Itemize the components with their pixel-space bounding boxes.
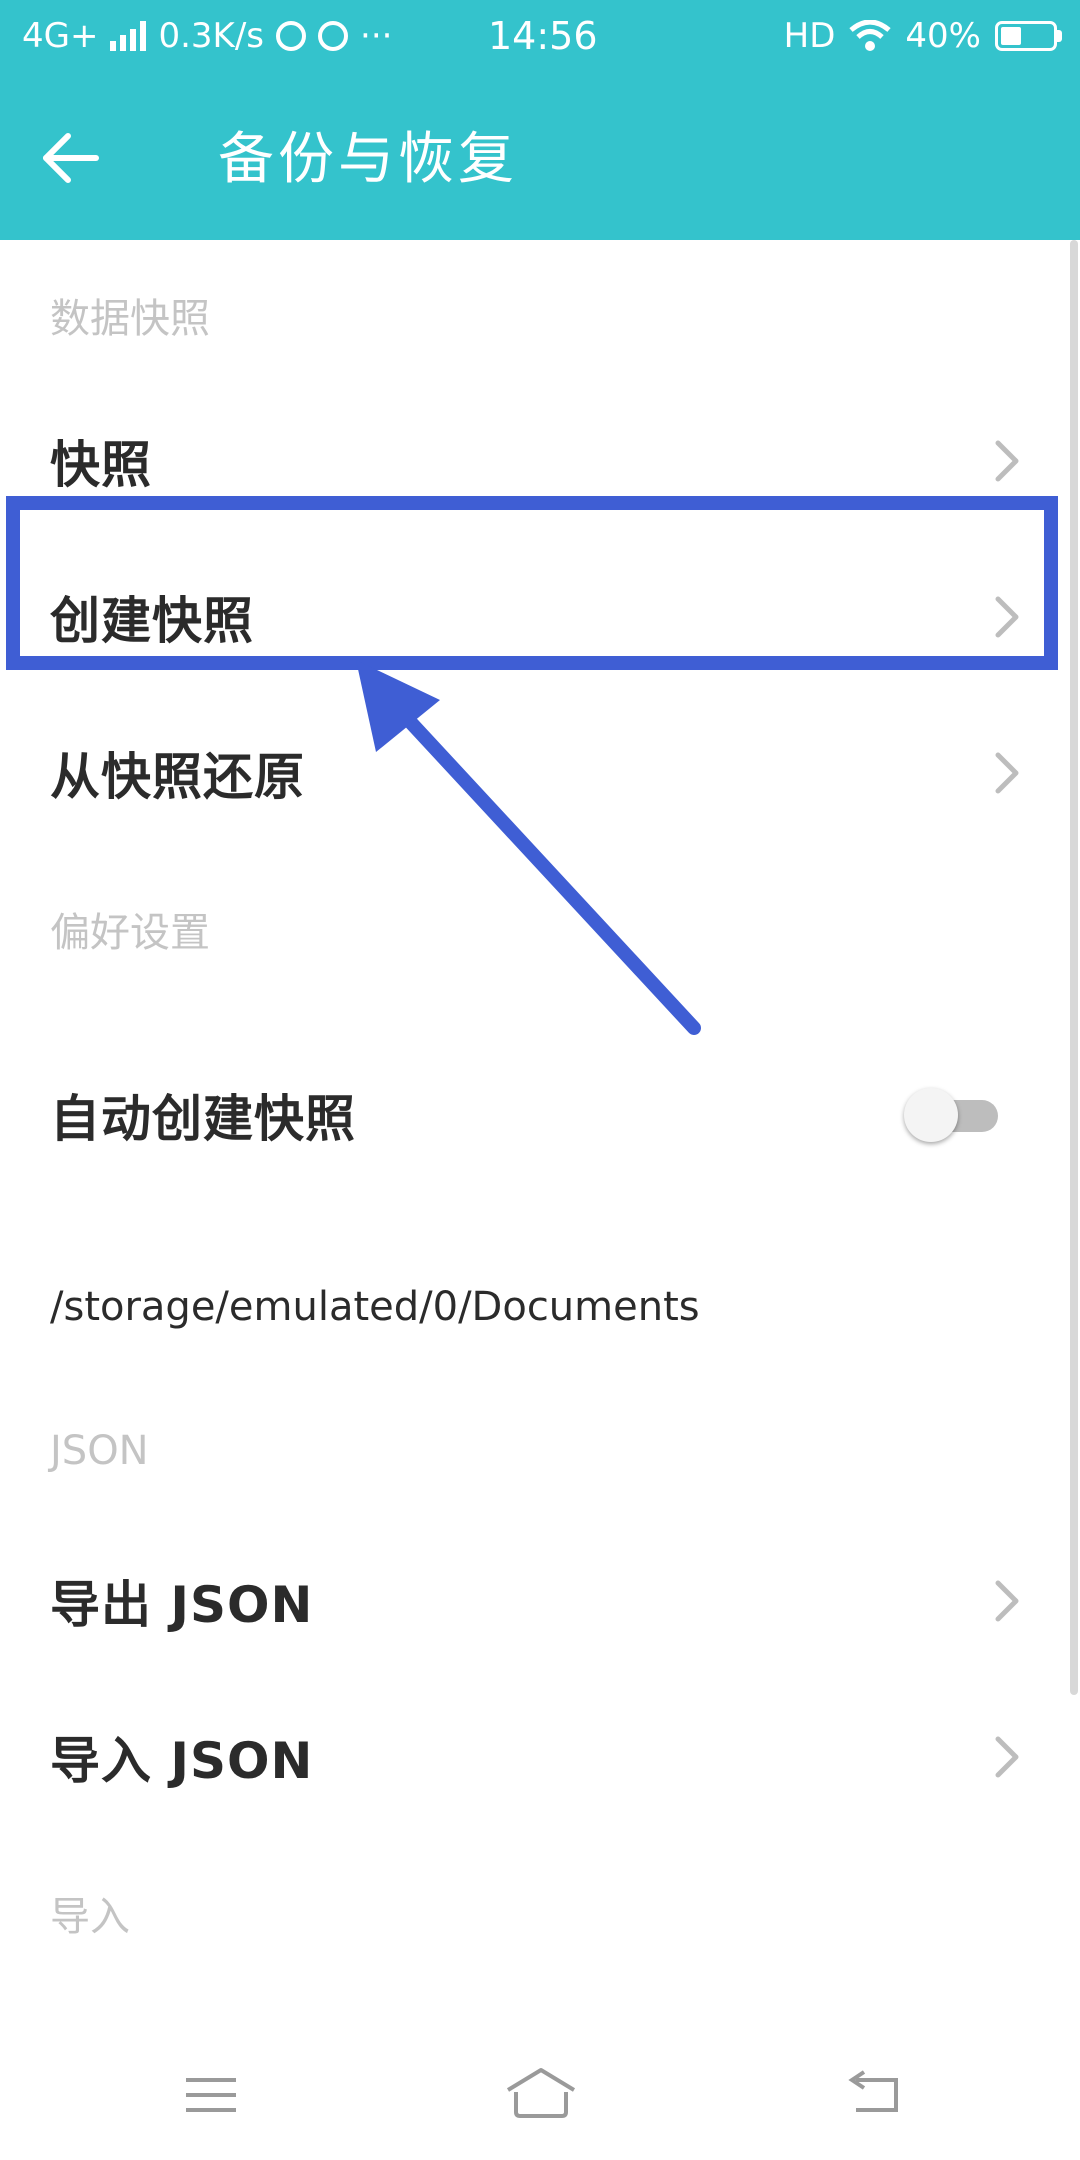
status-right: HD 40% [784,16,1062,56]
app-header: 4G+ 0.3K/s ··· 14:56 HD 40% 备份与恢复 [0,0,1080,240]
battery-percent: 40% [905,16,981,56]
chevron-right-icon [995,1580,1019,1622]
system-nav-bar [0,2030,1080,2160]
export-json-item[interactable]: 导出 JSON [0,1526,1080,1676]
section-label-snapshot: 数据快照 [50,296,210,342]
planet-icon [276,21,307,51]
chevron-right-icon [995,1736,1019,1778]
network-speed: 0.3K/s [158,16,265,56]
hd-indicator: HD [783,16,836,56]
clock: 14:56 [488,14,598,58]
auto-create-snapshot-label: 自动创建快照 [50,1090,356,1148]
restore-snapshot-item[interactable]: 从快照还原 [0,698,1080,848]
status-bar: 4G+ 0.3K/s ··· 14:56 HD 40% [0,0,1080,76]
snapshot-label: 快照 [50,436,152,494]
auto-snapshot-toggle[interactable] [904,1088,998,1142]
import-json-item[interactable]: 导入 JSON [0,1682,1080,1832]
section-label-import: 导入 [50,1894,130,1940]
battery-icon [995,21,1062,51]
menu-button[interactable] [166,2060,256,2130]
alarm-icon [318,21,349,51]
toggle-thumb [904,1088,958,1142]
signal-icon [110,21,147,51]
chevron-right-icon [995,752,1019,794]
menu-icon [186,2078,236,2112]
section-label-json: JSON [50,1428,149,1474]
restore-snapshot-label: 从快照还原 [50,748,305,806]
wifi-icon [849,20,892,51]
back-arrow-icon [43,133,99,183]
back-nav-icon [848,2070,898,2112]
home-button[interactable] [496,2060,586,2130]
more-notifications: ··· [360,16,393,56]
chevron-right-icon [995,440,1019,482]
status-left: 4G+ 0.3K/s ··· [22,16,392,56]
back-nav-button[interactable] [826,2060,916,2130]
storage-path[interactable]: /storage/emulated/0/Documents [50,1284,700,1330]
home-icon [506,2068,576,2118]
page-title: 备份与恢复 [218,127,518,192]
highlight-box [6,496,1058,670]
back-button[interactable] [40,120,126,196]
import-json-label: 导入 JSON [50,1732,314,1790]
network-type: 4G+ [22,16,99,56]
export-json-label: 导出 JSON [50,1576,314,1634]
toolbar: 备份与恢复 [0,76,1080,240]
section-label-preferences: 偏好设置 [50,910,210,956]
scrollbar[interactable] [1070,240,1078,1695]
